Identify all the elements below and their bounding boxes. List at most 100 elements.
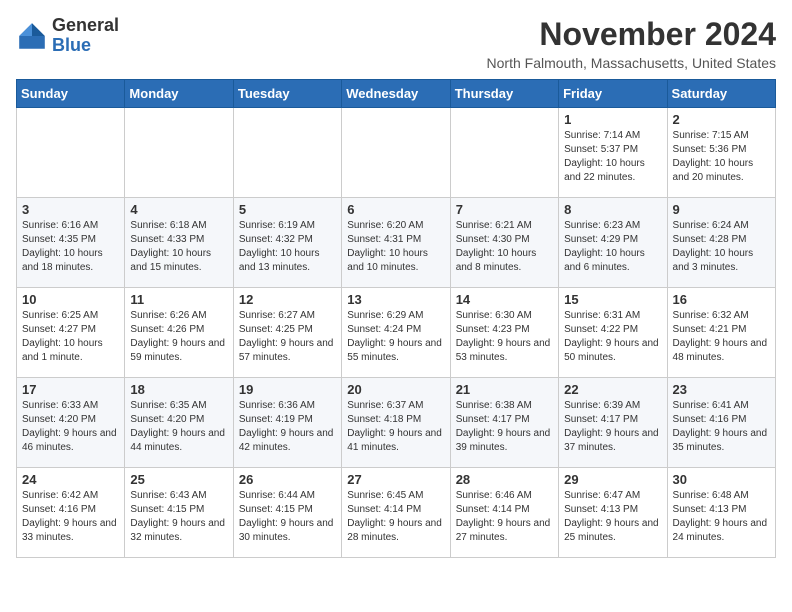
calendar-cell: 17 Sunrise: 6:33 AM Sunset: 4:20 PM Dayli… — [17, 378, 125, 468]
calendar-cell: 7Sunrise: 6:21 AM Sunset: 4:30 PM Daylig… — [450, 198, 558, 288]
day-info: Sunrise: 7:15 AM Sunset: 5:36 PM Dayligh… — [673, 129, 770, 185]
day-info: Sunrise: 6:48 AM Sunset: 4:13 PM Dayligh… — [673, 489, 770, 545]
day-info: Sunrise: 6:32 AM Sunset: 4:21 PM Dayligh… — [673, 309, 770, 365]
day-info: Sunrise: 6:41 AM Sunset: 4:16 PM Dayligh… — [673, 399, 770, 455]
calendar-cell: 12 Sunrise: 6:27 AM Sunset: 4:25 PM Dayli… — [233, 288, 341, 378]
calendar-cell: 21 Sunrise: 6:38 AM Sunset: 4:17 PM Dayli… — [450, 378, 558, 468]
day-info: Sunrise: 6:16 AM Sunset: 4:35 PM Dayligh… — [22, 219, 119, 275]
day-info: Sunrise: 7:14 AM Sunset: 5:37 PM Dayligh… — [564, 129, 661, 185]
day-number: 7 — [456, 202, 553, 217]
calendar-cell — [450, 108, 558, 198]
day-info: Sunrise: 6:27 AM Sunset: 4:25 PM Dayligh… — [239, 309, 336, 365]
calendar-cell: 9Sunrise: 6:24 AM Sunset: 4:28 PM Daylig… — [667, 198, 775, 288]
calendar-cell: 14 Sunrise: 6:30 AM Sunset: 4:23 PM Dayli… — [450, 288, 558, 378]
calendar-week-row: 10Sunrise: 6:25 AM Sunset: 4:27 PM Dayli… — [17, 288, 776, 378]
logo-general-text: General — [52, 15, 119, 35]
title-area: November 2024 North Falmouth, Massachuse… — [487, 16, 776, 71]
calendar-cell: 30Sunrise: 6:48 AM Sunset: 4:13 PM Dayli… — [667, 468, 775, 558]
calendar-cell: 6 Sunrise: 6:20 AM Sunset: 4:31 PM Daylig… — [342, 198, 450, 288]
calendar-day-header: Monday — [125, 80, 233, 108]
day-info: Sunrise: 6:26 AM Sunset: 4:26 PM Dayligh… — [130, 309, 227, 365]
day-number: 27 — [347, 472, 444, 487]
day-number: 13 — [347, 292, 444, 307]
day-number: 11 — [130, 292, 227, 307]
day-number: 23 — [673, 382, 770, 397]
calendar-cell — [342, 108, 450, 198]
calendar-cell: 5Sunrise: 6:19 AM Sunset: 4:32 PM Daylig… — [233, 198, 341, 288]
calendar-day-header: Friday — [559, 80, 667, 108]
day-info: Sunrise: 6:35 AM Sunset: 4:20 PM Dayligh… — [130, 399, 227, 455]
calendar-cell: 16 Sunrise: 6:32 AM Sunset: 4:21 PM Dayli… — [667, 288, 775, 378]
month-title: November 2024 — [487, 16, 776, 53]
calendar-day-header: Wednesday — [342, 80, 450, 108]
calendar-cell — [233, 108, 341, 198]
logo-blue-text: Blue — [52, 35, 91, 55]
day-number: 18 — [130, 382, 227, 397]
day-number: 20 — [347, 382, 444, 397]
calendar-cell: 8 Sunrise: 6:23 AM Sunset: 4:29 PM Daylig… — [559, 198, 667, 288]
day-info: Sunrise: 6:45 AM Sunset: 4:14 PM Dayligh… — [347, 489, 444, 545]
day-number: 21 — [456, 382, 553, 397]
calendar-cell: 1 Sunrise: 7:14 AM Sunset: 5:37 PM Daylig… — [559, 108, 667, 198]
day-number: 15 — [564, 292, 661, 307]
day-number: 19 — [239, 382, 336, 397]
day-number: 6 — [347, 202, 444, 217]
calendar-week-row: 1 Sunrise: 7:14 AM Sunset: 5:37 PM Daylig… — [17, 108, 776, 198]
day-info: Sunrise: 6:31 AM Sunset: 4:22 PM Dayligh… — [564, 309, 661, 365]
day-number: 4 — [130, 202, 227, 217]
day-info: Sunrise: 6:33 AM Sunset: 4:20 PM Dayligh… — [22, 399, 119, 455]
calendar-cell: 15 Sunrise: 6:31 AM Sunset: 4:22 PM Dayli… — [559, 288, 667, 378]
day-number: 3 — [22, 202, 119, 217]
day-info: Sunrise: 6:23 AM Sunset: 4:29 PM Dayligh… — [564, 219, 661, 275]
day-info: Sunrise: 6:36 AM Sunset: 4:19 PM Dayligh… — [239, 399, 336, 455]
day-info: Sunrise: 6:19 AM Sunset: 4:32 PM Dayligh… — [239, 219, 336, 275]
calendar-cell: 11 Sunrise: 6:26 AM Sunset: 4:26 PM Dayli… — [125, 288, 233, 378]
calendar-cell — [17, 108, 125, 198]
day-info: Sunrise: 6:18 AM Sunset: 4:33 PM Dayligh… — [130, 219, 227, 275]
day-info: Sunrise: 6:43 AM Sunset: 4:15 PM Dayligh… — [130, 489, 227, 545]
day-number: 17 — [22, 382, 119, 397]
calendar-day-header: Tuesday — [233, 80, 341, 108]
day-info: Sunrise: 6:47 AM Sunset: 4:13 PM Dayligh… — [564, 489, 661, 545]
day-number: 24 — [22, 472, 119, 487]
calendar-week-row: 3 Sunrise: 6:16 AM Sunset: 4:35 PM Daylig… — [17, 198, 776, 288]
calendar-week-row: 17 Sunrise: 6:33 AM Sunset: 4:20 PM Dayli… — [17, 378, 776, 468]
day-number: 29 — [564, 472, 661, 487]
day-number: 22 — [564, 382, 661, 397]
calendar-cell: 4 Sunrise: 6:18 AM Sunset: 4:33 PM Daylig… — [125, 198, 233, 288]
calendar-cell: 24 Sunrise: 6:42 AM Sunset: 4:16 PM Dayli… — [17, 468, 125, 558]
calendar-cell: 20Sunrise: 6:37 AM Sunset: 4:18 PM Dayli… — [342, 378, 450, 468]
day-number: 8 — [564, 202, 661, 217]
calendar-cell: 13 Sunrise: 6:29 AM Sunset: 4:24 PM Dayli… — [342, 288, 450, 378]
calendar-cell: 22 Sunrise: 6:39 AM Sunset: 4:17 PM Dayli… — [559, 378, 667, 468]
day-info: Sunrise: 6:39 AM Sunset: 4:17 PM Dayligh… — [564, 399, 661, 455]
calendar-day-header: Saturday — [667, 80, 775, 108]
day-info: Sunrise: 6:42 AM Sunset: 4:16 PM Dayligh… — [22, 489, 119, 545]
logo: General Blue — [16, 16, 119, 56]
day-number: 28 — [456, 472, 553, 487]
day-number: 1 — [564, 112, 661, 127]
day-number: 25 — [130, 472, 227, 487]
calendar-table: SundayMondayTuesdayWednesdayThursdayFrid… — [16, 79, 776, 558]
day-info: Sunrise: 6:29 AM Sunset: 4:24 PM Dayligh… — [347, 309, 444, 365]
calendar-cell: 18 Sunrise: 6:35 AM Sunset: 4:20 PM Dayli… — [125, 378, 233, 468]
calendar-cell: 28 Sunrise: 6:46 AM Sunset: 4:14 PM Dayli… — [450, 468, 558, 558]
calendar-day-header: Sunday — [17, 80, 125, 108]
day-number: 9 — [673, 202, 770, 217]
header: General Blue November 2024 North Falmout… — [16, 16, 776, 71]
logo-icon — [16, 20, 48, 52]
calendar-header-row: SundayMondayTuesdayWednesdayThursdayFrid… — [17, 80, 776, 108]
calendar-day-header: Thursday — [450, 80, 558, 108]
calendar-cell: 25 Sunrise: 6:43 AM Sunset: 4:15 PM Dayli… — [125, 468, 233, 558]
calendar-cell: 2Sunrise: 7:15 AM Sunset: 5:36 PM Daylig… — [667, 108, 775, 198]
calendar-cell: 27 Sunrise: 6:45 AM Sunset: 4:14 PM Dayli… — [342, 468, 450, 558]
day-number: 26 — [239, 472, 336, 487]
day-info: Sunrise: 6:38 AM Sunset: 4:17 PM Dayligh… — [456, 399, 553, 455]
day-number: 12 — [239, 292, 336, 307]
day-info: Sunrise: 6:30 AM Sunset: 4:23 PM Dayligh… — [456, 309, 553, 365]
day-info: Sunrise: 6:25 AM Sunset: 4:27 PM Dayligh… — [22, 309, 119, 365]
day-number: 14 — [456, 292, 553, 307]
day-info: Sunrise: 6:46 AM Sunset: 4:14 PM Dayligh… — [456, 489, 553, 545]
day-info: Sunrise: 6:20 AM Sunset: 4:31 PM Dayligh… — [347, 219, 444, 275]
day-number: 16 — [673, 292, 770, 307]
